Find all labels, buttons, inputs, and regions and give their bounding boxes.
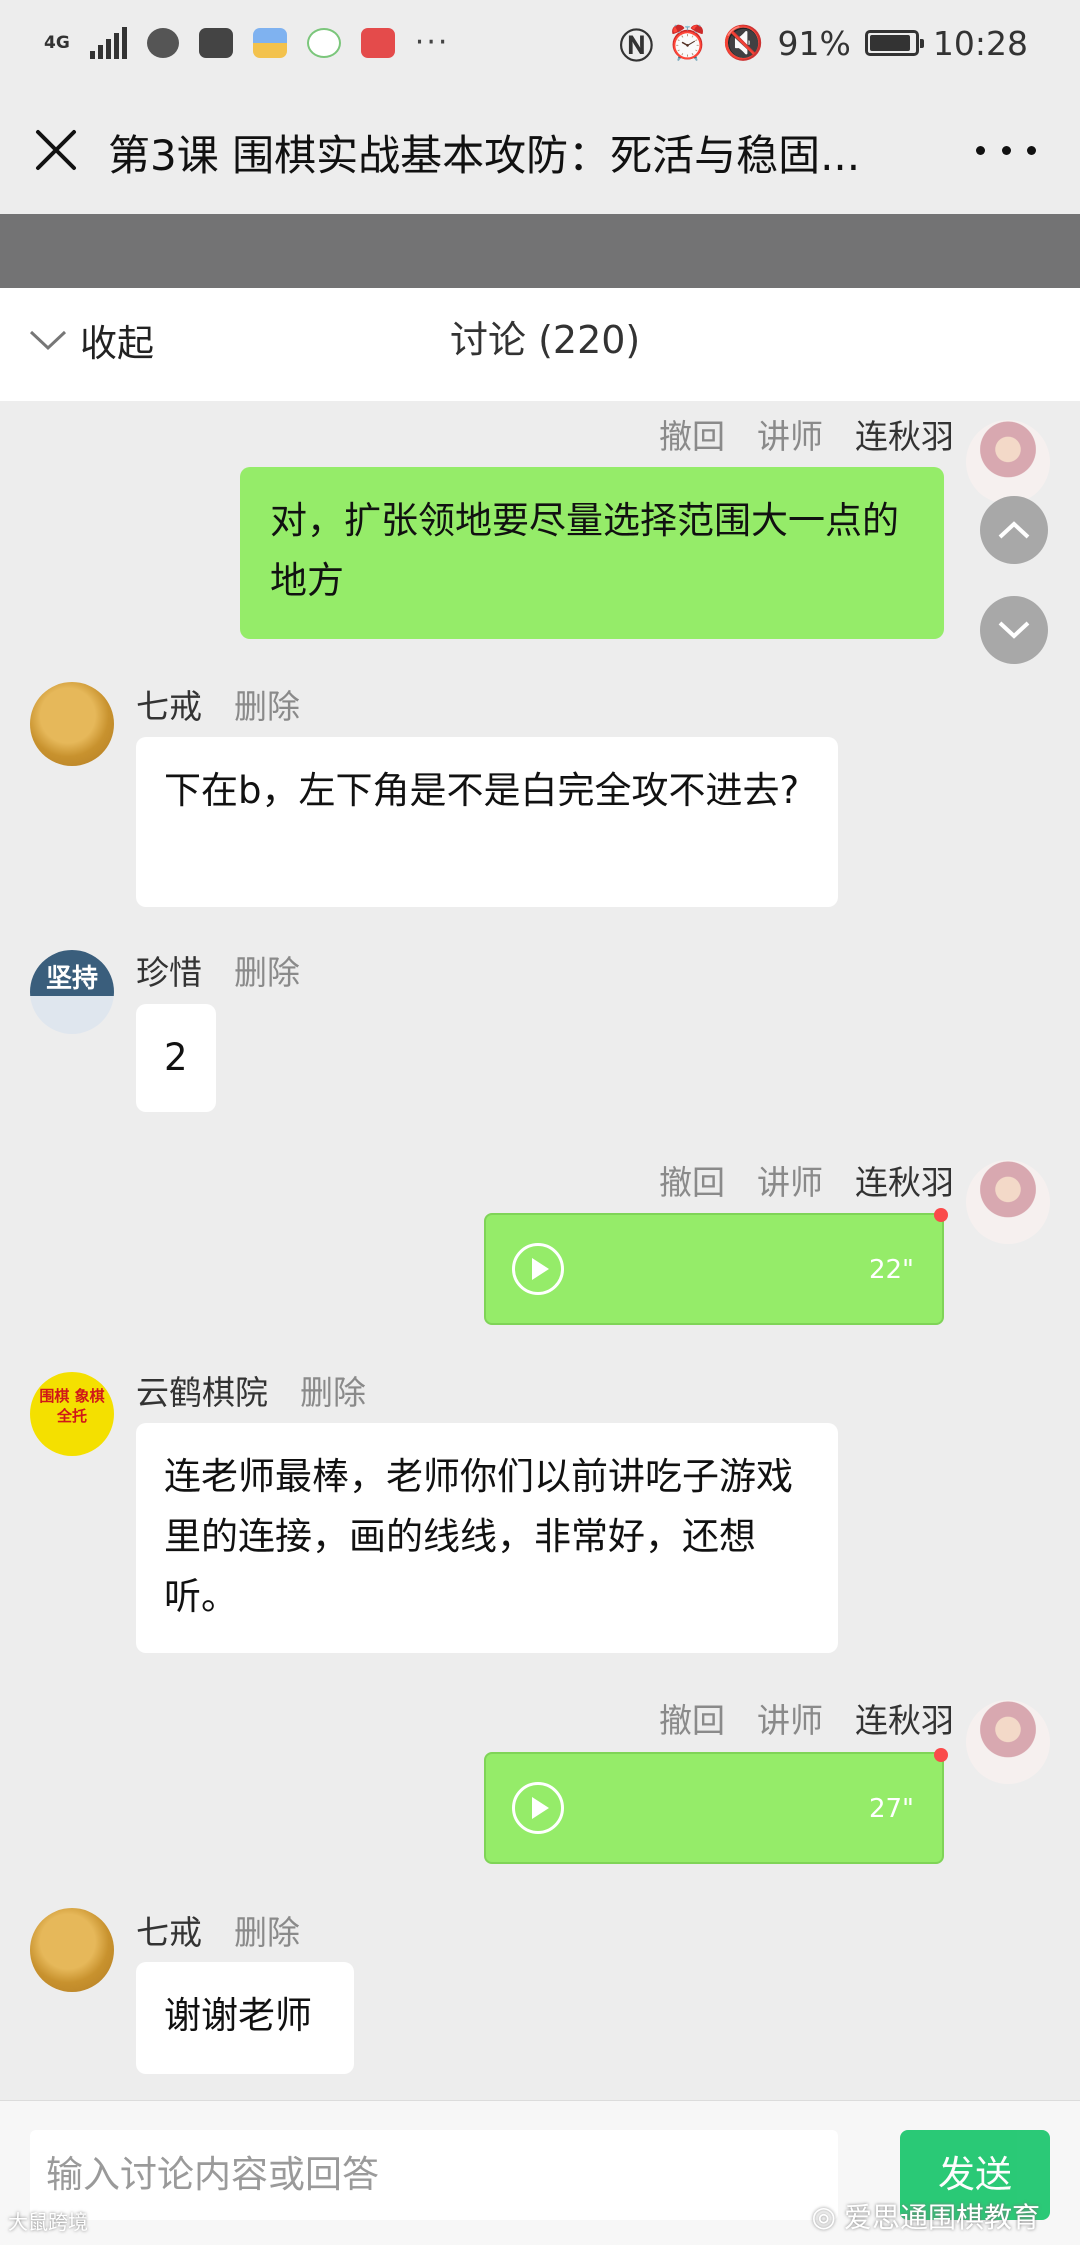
sender-name: 云鹤棋院 [136,1373,268,1412]
chat-app-icon [306,28,341,58]
message-bubble: 下在b，左下角是不是白完全攻不进去? [136,737,838,907]
unread-dot [934,1748,948,1762]
watermark: ◎ 爱思通围棋教育 [812,2196,1040,2236]
play-icon[interactable] [512,1782,564,1834]
page-title: 第3课 围棋实战基本攻防：死活与稳固... [108,131,861,180]
message-bubble: 谢谢老师 [136,1962,354,2074]
wechat-icon [146,28,179,58]
user-avatar[interactable] [30,1908,114,1992]
chevron-down-icon [29,330,67,351]
status-bar-right: Ⓝ ⏰ 🔇 91% 10:28 [619,18,1028,68]
teacher-avatar[interactable] [966,1160,1050,1244]
recall-button[interactable]: 撤回 [659,410,725,458]
close-icon[interactable] [30,124,82,176]
teacher-avatar[interactable] [966,420,1050,504]
wechat-logo-icon: ◎ [811,2199,836,2233]
mute-icon: 🔇 [722,23,764,62]
role-label: 讲师 [757,1701,823,1740]
wallet-app-icon [252,28,287,58]
battery-icon [864,30,924,56]
message-meta: 七戒 删除 [136,1906,300,1954]
message-bubble: 2 [136,1004,216,1112]
voice-duration: 27" [868,1794,914,1824]
delete-button[interactable]: 删除 [234,680,300,728]
message-meta: 撤回 讲师 连秋羽 [659,1694,954,1742]
message-meta: 七戒 删除 [136,680,300,728]
user-avatar[interactable]: 坚持 [30,950,114,1034]
scroll-down-button[interactable] [980,596,1048,664]
message-meta: 珍惜 删除 [136,946,300,994]
message-bubble: 对，扩张领地要尽量选择范围大一点的地方 [240,467,944,639]
clock: 10:28 [932,23,1028,63]
discussion-title: 讨论 (220) [450,318,641,362]
alarm-icon: ⏰ [667,23,709,62]
briefcase-icon [198,28,233,58]
message-meta: 撤回 讲师 连秋羽 [659,410,954,458]
voice-message[interactable]: 22" [484,1213,944,1325]
user-avatar[interactable]: 围棋 象棋 全托 [30,1372,114,1456]
sender-name: 珍惜 [136,953,202,992]
sender-name: 连秋羽 [855,1701,954,1740]
sender-name: 连秋羽 [855,1163,954,1202]
role-label: 讲师 [757,1163,823,1202]
message-meta: 撤回 讲师 连秋羽 [659,1156,954,1204]
avatar-text: 围棋 象棋 全托 [39,1387,105,1425]
play-icon[interactable] [512,1243,564,1295]
message-bubble: 连老师最棒，老师你们以前讲吃子游戏里的连接，画的线线，非常好，还想听。 [136,1423,838,1653]
video-area[interactable] [0,214,1080,288]
collapse-button[interactable]: 收起 [28,310,154,370]
unread-dot [934,1208,948,1222]
voice-message[interactable]: 27" [484,1752,944,1864]
signal-icon [89,27,127,59]
sender-name: 连秋羽 [855,417,954,456]
nfc-icon: Ⓝ [619,26,654,67]
recall-button[interactable]: 撤回 [659,1156,725,1204]
reader-app-icon [360,28,395,58]
delete-button[interactable]: 删除 [234,946,300,994]
discussion-input[interactable]: 输入讨论内容或回答 [30,2130,838,2220]
chevron-down-icon [998,621,1030,639]
more-icon[interactable] [976,124,1036,176]
user-avatar[interactable] [30,682,114,766]
recall-button[interactable]: 撤回 [659,1694,725,1742]
delete-button[interactable]: 删除 [234,1906,300,1954]
status-bar-left: 4G ··· [44,18,449,68]
collapse-label: 收起 [80,322,154,365]
delete-button[interactable]: 删除 [300,1366,366,1414]
battery-percent: 91% [777,23,851,63]
scroll-up-button[interactable] [980,496,1048,564]
avatar-text: 坚持 [45,964,98,994]
more-notifications-icon: ··· [414,25,450,60]
sender-name: 七戒 [136,1913,202,1952]
sender-name: 七戒 [136,687,202,726]
network-type: 4G [44,32,70,53]
voice-duration: 22" [868,1255,914,1285]
watermark-left: 大鼠跨境 [8,2210,88,2234]
watermark-text: 爱思通围棋教育 [843,2201,1040,2234]
chevron-up-icon [998,521,1030,539]
teacher-avatar[interactable] [966,1700,1050,1784]
message-meta: 云鹤棋院 删除 [136,1366,366,1414]
role-label: 讲师 [757,417,823,456]
